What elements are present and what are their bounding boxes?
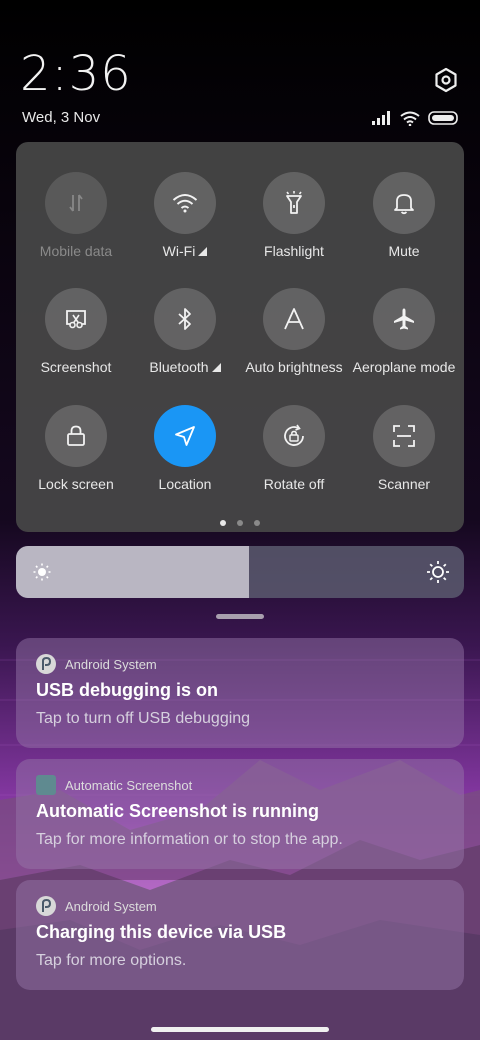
tile-location[interactable]: Location: [130, 405, 240, 493]
page-indicator: [16, 520, 464, 526]
notification-app-row: Automatic Screenshot: [36, 775, 192, 795]
automatic-screenshot-app-icon: [36, 775, 56, 795]
page-dot[interactable]: [237, 520, 243, 526]
tile-bluetooth-label-row: Bluetooth: [130, 358, 240, 376]
tile-lock-screen-toggle[interactable]: [45, 405, 107, 467]
clock: 2:36: [20, 46, 132, 102]
signal-icon: [372, 111, 390, 125]
page-dot[interactable]: [220, 520, 226, 526]
tile-bluetooth-label: Bluetooth: [149, 359, 209, 375]
tile-mobile-data-toggle[interactable]: [45, 172, 107, 234]
battery-icon: [428, 111, 458, 125]
home-indicator[interactable]: [151, 1027, 329, 1032]
quick-settings-panel: Mobile data Wi-Fi Flashlight Mute Screen…: [16, 142, 464, 532]
tile-rotate-off-label: Rotate off: [263, 476, 325, 492]
notification-app-name: Android System: [65, 898, 157, 914]
expand-triangle-icon: [211, 363, 221, 372]
tile-location-label: Location: [158, 476, 212, 492]
brightness-low-icon: [33, 563, 51, 581]
android-system-icon: [36, 654, 56, 674]
tile-auto-brightness-toggle[interactable]: [263, 288, 325, 350]
tile-mute[interactable]: Mute: [349, 172, 459, 260]
tile-mobile-data[interactable]: Mobile data: [21, 172, 131, 260]
tile-screenshot-label: Screenshot: [40, 359, 112, 375]
rotate-lock-icon: [284, 424, 304, 446]
tile-wifi-label-row: Wi-Fi: [130, 242, 240, 260]
tile-location-toggle[interactable]: [154, 405, 216, 467]
notification-card[interactable]: Android System Charging this device via …: [16, 880, 464, 990]
expand-triangle-icon: [198, 247, 208, 256]
tile-mobile-data-label: Mobile data: [39, 243, 113, 259]
tile-lock-screen-label: Lock screen: [38, 476, 114, 492]
tile-mute-toggle[interactable]: [373, 172, 435, 234]
tile-screenshot-toggle[interactable]: [45, 288, 107, 350]
location-icon: [175, 426, 195, 446]
tile-bluetooth[interactable]: Bluetooth: [130, 288, 240, 376]
notification-body: Tap to turn off USB debugging: [36, 710, 251, 727]
tile-aeroplane-mode[interactable]: Aeroplane mode: [349, 288, 459, 376]
mobile-data-icon: [69, 194, 83, 212]
brightness-slider[interactable]: [16, 546, 464, 598]
notification-title: USB debugging is on: [36, 680, 218, 700]
tile-mute-label: Mute: [388, 243, 420, 259]
tile-screenshot[interactable]: Screenshot: [21, 288, 131, 376]
notification-card[interactable]: Automatic Screenshot Automatic Screensho…: [16, 759, 464, 869]
notification-body: Tap for more information or to stop the …: [36, 831, 343, 848]
notification-title: Automatic Screenshot is running: [36, 801, 320, 821]
auto-brightness-icon: [284, 308, 304, 330]
tile-scanner-toggle[interactable]: [373, 405, 435, 467]
notification-body: Tap for more options.: [36, 952, 187, 969]
screenshot-icon: [66, 310, 86, 329]
tile-aeroplane-mode-toggle[interactable]: [373, 288, 435, 350]
tile-aeroplane-mode-label: Aeroplane mode: [352, 359, 456, 375]
brightness-high-icon: [427, 561, 449, 583]
tile-rotate-off[interactable]: Rotate off: [239, 405, 349, 493]
settings-button[interactable]: [432, 66, 460, 94]
tile-scanner-label: Scanner: [377, 476, 431, 492]
page-dot[interactable]: [254, 520, 260, 526]
date: Wed, 3 Nov: [22, 109, 101, 126]
notification-app-row: Android System: [36, 654, 157, 674]
panel-drag-handle[interactable]: [216, 614, 264, 619]
android-system-icon: [36, 896, 56, 916]
lock-icon: [67, 425, 85, 446]
flashlight-icon: [286, 191, 302, 214]
tile-scanner[interactable]: Scanner: [349, 405, 459, 493]
tile-flashlight-label: Flashlight: [264, 243, 324, 259]
tile-wifi[interactable]: Wi-Fi: [130, 172, 240, 260]
tile-flashlight-toggle[interactable]: [263, 172, 325, 234]
notification-app-name: Android System: [65, 656, 157, 672]
wifi-icon: [172, 194, 198, 213]
notification-card[interactable]: Android System USB debugging is on Tap t…: [16, 638, 464, 748]
scanner-icon: [393, 425, 415, 447]
tile-wifi-toggle[interactable]: [154, 172, 216, 234]
wifi-status-icon: [400, 111, 420, 126]
tile-wifi-label: Wi-Fi: [162, 243, 196, 259]
tile-flashlight[interactable]: Flashlight: [239, 172, 349, 260]
tile-lock-screen[interactable]: Lock screen: [21, 405, 131, 493]
airplane-icon: [394, 308, 414, 330]
notification-title: Charging this device via USB: [36, 922, 287, 942]
bell-icon: [394, 194, 414, 215]
tile-rotate-off-toggle[interactable]: [263, 405, 325, 467]
bluetooth-icon: [178, 308, 191, 330]
system-status-icons: [372, 109, 460, 127]
gear-icon: [435, 67, 457, 93]
notification-app-name: Automatic Screenshot: [65, 777, 193, 793]
tile-auto-brightness-label: Auto brightness: [245, 359, 343, 375]
notification-app-row: Android System: [36, 896, 157, 916]
tile-auto-brightness[interactable]: Auto brightness: [239, 288, 349, 376]
tile-bluetooth-toggle[interactable]: [154, 288, 216, 350]
